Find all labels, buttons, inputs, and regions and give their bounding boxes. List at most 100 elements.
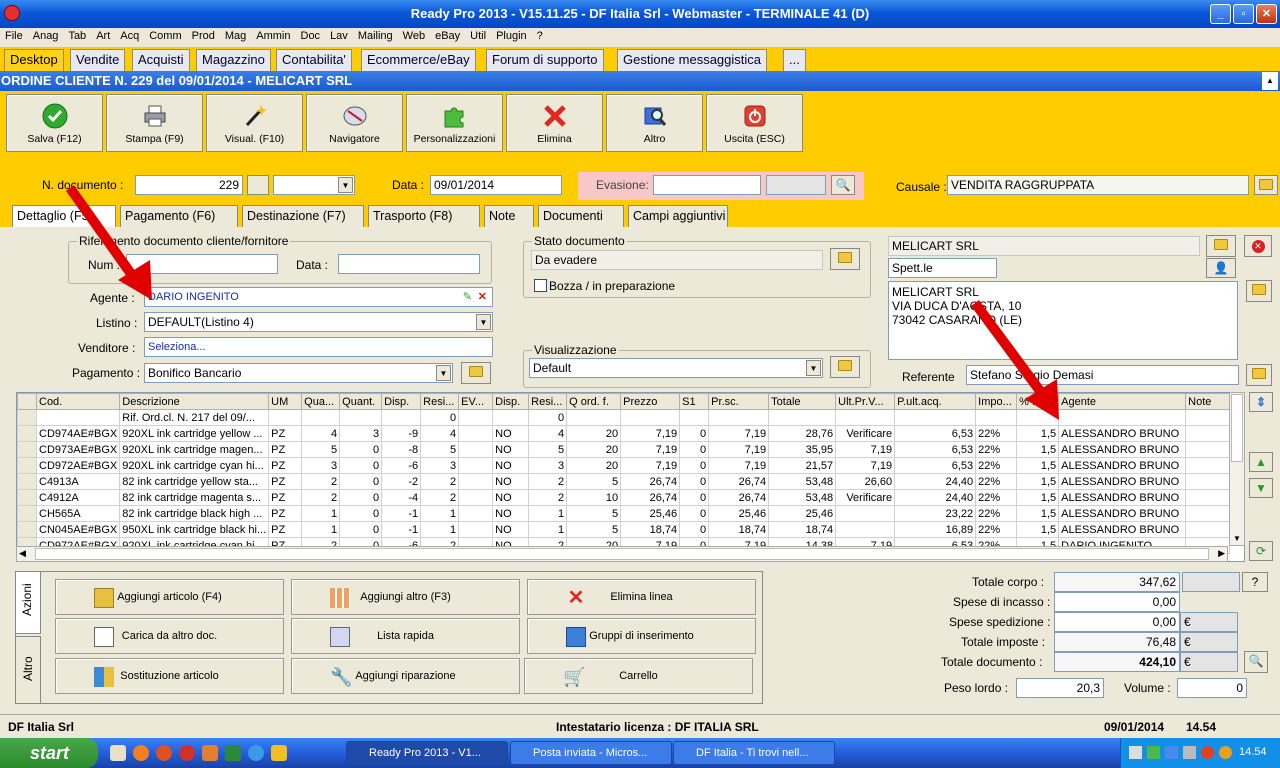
table-cell[interactable] xyxy=(17,505,37,522)
table-row[interactable]: C4913A 82 ink cartridge yellow sta... PZ 2 0… xyxy=(17,473,1231,490)
table-cell[interactable]: 5 xyxy=(528,441,568,458)
menu-acq[interactable]: Acq xyxy=(115,29,144,42)
help-button[interactable]: ? xyxy=(1242,572,1268,592)
table-cell[interactable]: -8 xyxy=(381,441,422,458)
table-cell[interactable]: 950XL ink cartridge black hi... xyxy=(119,521,270,538)
clear-x-icon[interactable]: ✕ xyxy=(478,288,487,306)
task-outlook[interactable]: Posta inviata - Micros... xyxy=(510,741,672,765)
menu-ammin[interactable]: Ammin xyxy=(251,29,295,42)
tab-acquisti[interactable]: Acquisti xyxy=(132,49,190,71)
grid-col-header[interactable]: Descrizione xyxy=(119,393,270,410)
tab-desktop[interactable]: Desktop xyxy=(4,49,64,71)
cart-button[interactable]: 🛒 Carrello xyxy=(524,658,753,694)
scroll-left-icon[interactable]: ◀ xyxy=(19,548,26,559)
spett-field[interactable]: Spett.le xyxy=(888,258,997,278)
table-cell[interactable] xyxy=(835,505,896,522)
table-cell[interactable]: 2 xyxy=(301,489,341,506)
table-cell[interactable]: 1 xyxy=(301,505,341,522)
table-cell[interactable] xyxy=(339,409,383,426)
table-cell[interactable] xyxy=(1185,425,1231,442)
vscroll-thumb[interactable] xyxy=(1231,394,1243,462)
visualizzazione-folder-button[interactable] xyxy=(830,356,860,378)
side-tab-azioni[interactable]: Azioni xyxy=(15,571,41,634)
pagamento-select[interactable]: Bonifico Bancario ▼ xyxy=(144,363,453,383)
table-cell[interactable] xyxy=(381,409,422,426)
tab-forum[interactable]: Forum di supporto xyxy=(486,49,604,71)
table-cell[interactable]: ALESSANDRO BRUNO xyxy=(1058,489,1187,506)
table-cell[interactable] xyxy=(620,409,681,426)
grid-col-header[interactable]: Q ord. f. xyxy=(566,393,622,410)
table-cell[interactable]: 18,74 xyxy=(620,521,681,538)
table-cell[interactable] xyxy=(17,489,37,506)
table-cell[interactable]: NO xyxy=(492,489,530,506)
table-cell[interactable]: 7,19 xyxy=(620,441,681,458)
move-down-button[interactable]: ▼ xyxy=(1249,478,1273,498)
grid-col-header[interactable]: Note xyxy=(1185,393,1231,410)
table-cell[interactable]: NO xyxy=(492,425,530,442)
table-cell[interactable]: 0 xyxy=(339,473,383,490)
table-cell[interactable]: 25,46 xyxy=(620,505,681,522)
grid-col-header[interactable]: Resi... xyxy=(420,393,460,410)
table-row[interactable]: CD972AE#BGX920XL ink cartridge cyan hi..… xyxy=(17,457,1231,474)
table-cell[interactable]: 7,19 xyxy=(620,457,681,474)
vertical-scrollbar[interactable]: ▼ xyxy=(1229,392,1245,546)
table-cell[interactable]: 53,48 xyxy=(768,473,837,490)
table-cell[interactable]: 0 xyxy=(339,505,383,522)
table-cell[interactable] xyxy=(708,409,770,426)
table-cell[interactable]: ALESSANDRO BRUNO xyxy=(1058,521,1187,538)
insert-groups-button[interactable]: Gruppi di inserimento xyxy=(527,618,756,654)
grid-col-header[interactable]: Resi... xyxy=(528,393,568,410)
table-cell[interactable]: 5 xyxy=(566,505,622,522)
add-other-button[interactable]: Aggiungi altro (F3) xyxy=(291,579,520,615)
table-cell[interactable]: 82 ink cartridge black high ... xyxy=(119,505,270,522)
table-cell[interactable]: 0 xyxy=(339,489,383,506)
table-cell[interactable]: 920XL ink cartridge magen... xyxy=(119,441,270,458)
table-cell[interactable] xyxy=(1185,409,1231,426)
task-ready-pro[interactable]: Ready Pro 2013 - V1... xyxy=(346,741,508,765)
grid-col-header[interactable]: Qua... xyxy=(301,393,341,410)
table-cell[interactable]: PZ xyxy=(268,521,303,538)
ndoc-button[interactable] xyxy=(247,175,269,195)
table-cell[interactable]: 920XL ink cartridge cyan hi... xyxy=(119,457,270,474)
table-cell[interactable] xyxy=(1185,505,1231,522)
table-cell[interactable] xyxy=(17,473,37,490)
date-input[interactable]: 09/01/2014 xyxy=(430,175,562,195)
table-cell[interactable]: 0 xyxy=(528,409,568,426)
evasione-input[interactable] xyxy=(653,175,761,195)
table-row[interactable]: CN045AE#BGX 950XL ink cartridge black hi.… xyxy=(17,521,1231,538)
table-cell[interactable] xyxy=(492,409,530,426)
grid-col-header[interactable]: Cod. xyxy=(35,393,121,410)
table-cell[interactable]: 26,74 xyxy=(620,473,681,490)
scroll-down-icon[interactable]: ▼ xyxy=(1233,534,1241,543)
table-cell[interactable] xyxy=(17,521,37,538)
table-cell[interactable]: 10 xyxy=(566,489,622,506)
close-button[interactable]: ✕ xyxy=(1256,4,1277,24)
table-cell[interactable]: 26,60 xyxy=(835,473,896,490)
menu-web[interactable]: Web xyxy=(398,29,430,42)
menu-art[interactable]: Art xyxy=(91,29,115,42)
move-top-button[interactable]: ⇕ xyxy=(1249,392,1273,412)
maximize-button[interactable]: ▫ xyxy=(1233,4,1254,24)
excel-icon[interactable] xyxy=(225,745,241,761)
table-cell[interactable]: 0 xyxy=(420,409,460,426)
table-cell[interactable]: 24,40 xyxy=(894,489,977,506)
table-cell[interactable]: 0 xyxy=(679,521,710,538)
table-cell[interactable]: C4913A xyxy=(35,473,121,490)
table-cell[interactable] xyxy=(1185,489,1231,506)
table-cell[interactable]: 18,74 xyxy=(708,521,770,538)
table-cell[interactable]: PZ xyxy=(268,457,303,474)
table-cell[interactable]: PZ xyxy=(268,505,303,522)
table-cell[interactable]: -4 xyxy=(381,489,422,506)
table-cell[interactable]: CH565A xyxy=(35,505,121,522)
tab-magazzino[interactable]: Magazzino xyxy=(196,49,271,71)
table-cell[interactable]: 26,74 xyxy=(708,489,770,506)
table-cell[interactable]: 20 xyxy=(566,457,622,474)
table-cell[interactable]: ALESSANDRO BRUNO xyxy=(1058,457,1187,474)
table-cell[interactable] xyxy=(268,409,303,426)
table-cell[interactable]: 26,74 xyxy=(708,473,770,490)
table-row[interactable]: CD973AE#BGX 920XL ink cartridge magen... P… xyxy=(17,441,1231,458)
table-cell[interactable]: 21,57 xyxy=(768,457,837,474)
causale-folder-button[interactable] xyxy=(1254,175,1278,195)
table-cell[interactable]: 26,74 xyxy=(620,489,681,506)
table-cell[interactable]: 1 xyxy=(420,521,460,538)
